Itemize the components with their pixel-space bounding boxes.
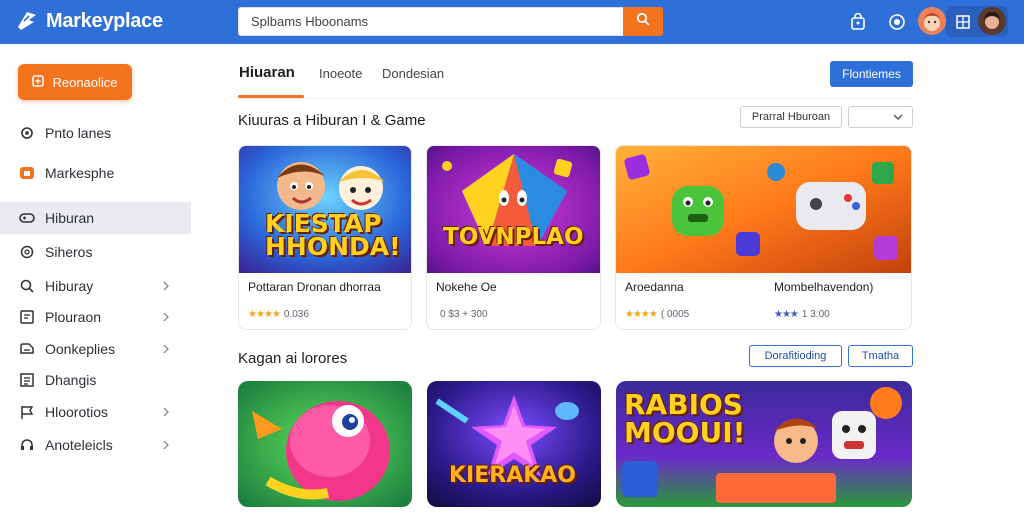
sidebar-item-oonkeplies[interactable]: Oonkeplies [0, 333, 191, 365]
sidebar-item-label: Pnto lanes [45, 125, 112, 141]
thumbnail-title: KIESTAP HHONDA! [265, 209, 401, 261]
avatar[interactable] [978, 7, 1006, 35]
game-card[interactable]: Aroedanna ★★★★ ( 0005 Mombelhavendon) ★★… [615, 145, 912, 330]
section-title: Kagan ai lorores [238, 350, 348, 367]
sidebar-item-anoteleicls[interactable]: Anoteleicls [0, 429, 191, 461]
app-name: Markeyplace [46, 9, 163, 32]
sidebar-item-dhangis[interactable]: Dhangis [0, 364, 191, 396]
calendar-icon [18, 371, 36, 389]
search-placeholder: Splbams Hboonams [251, 14, 369, 29]
tab-hiuaran[interactable]: Hiuaran [239, 64, 295, 81]
sidebar-item-pnto-lanes[interactable]: Pnto lanes [0, 117, 191, 149]
search-icon [18, 277, 36, 295]
section-secondary-label: Tmatha [861, 350, 900, 362]
sidebar-item-label: Hiburan [45, 210, 95, 226]
chevron-right-icon [163, 407, 169, 417]
filter-label: Prarral Hburoan [751, 111, 831, 123]
thumbnail-title: TOVNPLAO [443, 224, 584, 250]
card-meta: 0 $3 + 300 [436, 309, 488, 320]
chat-icon [18, 308, 36, 326]
game-card[interactable]: RABIOS MOOUI! [616, 381, 912, 507]
sidebar-item-plouraon[interactable]: Plouraon [0, 301, 191, 333]
gear-icon [18, 124, 36, 142]
section-filter-button[interactable]: Dorafitioding [749, 345, 842, 367]
plus-icon [32, 74, 45, 90]
card-meta-value: 0.036 [283, 309, 309, 320]
settings-icon [18, 243, 36, 261]
game-thumbnail [427, 381, 601, 507]
primary-action-label: Reonaolice [52, 74, 118, 90]
card-meta: ★★★★ 0.036 [248, 309, 309, 320]
game-thumbnail: TOVNPLAO [427, 146, 600, 273]
card-meta-value: 1 3:00 [801, 309, 830, 320]
sidebar-item-label: Markesphe [45, 165, 115, 181]
sidebar-item-hloorotios[interactable]: Hloorotios [0, 396, 191, 428]
chevron-right-icon [163, 440, 169, 450]
sidebar-item-label: Anoteleicls [45, 437, 113, 453]
sidebar-item-hiburay[interactable]: Hiburay [0, 270, 191, 302]
card-meta-value: ( 0005 [660, 309, 690, 320]
sidebar-item-label: Hloorotios [45, 404, 109, 420]
search-input[interactable]: Splbams Hboonams [238, 7, 624, 36]
search-icon [636, 12, 650, 31]
sort-dropdown[interactable] [848, 106, 913, 128]
game-thumbnail [616, 146, 911, 273]
tab-inoeote[interactable]: Inoeote [319, 66, 362, 81]
action-button[interactable]: Flontiemes [830, 61, 913, 87]
avatar[interactable] [918, 7, 946, 35]
section-title: Kiuuras a Hiburan I & Game [238, 112, 426, 129]
top-navigation-bar: Markeyplace Splbams Hboonams [0, 0, 1024, 44]
bag-icon[interactable] [846, 10, 870, 34]
card-meta: ★★★★ ( 0005 [625, 309, 689, 320]
sidebar-item-label: Oonkeplies [45, 341, 116, 357]
thumbnail-title: KIERAKAO [449, 463, 577, 488]
game-thumbnail: KIESTAP HHONDA! [239, 146, 411, 273]
sidebar-item-label: Plouraon [45, 309, 102, 325]
card-title: Aroedanna [625, 280, 684, 294]
sidebar-item-siheros[interactable]: Siheros [0, 236, 191, 268]
card-title-secondary: Mombelhavendon) [774, 280, 874, 294]
chevron-right-icon [163, 281, 169, 291]
thumbnail-title: RABIOS MOOUI! [624, 388, 746, 449]
chevron-right-icon [163, 344, 169, 354]
store-icon [18, 164, 36, 182]
filter-button[interactable]: Prarral Hburoan [740, 106, 842, 128]
tabs-divider [238, 98, 912, 99]
flag-icon [18, 403, 36, 421]
controller-icon [18, 209, 36, 227]
logo-icon [14, 8, 40, 34]
star-rating: ★★★★ [248, 309, 281, 320]
game-card[interactable] [238, 381, 412, 507]
game-card[interactable]: TOVNPLAO Nokehe Oe 0 $3 + 300 [426, 145, 601, 330]
card-meta-value: 0 $3 + 300 [440, 309, 488, 320]
game-thumbnail [238, 381, 412, 507]
sidebar-item-markesphe[interactable]: Markesphe [0, 157, 191, 189]
card-title: Pottaran Dronan dhorraa [248, 280, 381, 294]
search-button[interactable] [623, 7, 663, 36]
chevron-right-icon [163, 312, 169, 322]
primary-action-button[interactable]: Reonaolice [18, 64, 132, 100]
star-rating: ★★★★ [625, 309, 658, 320]
section-secondary-button[interactable]: Tmatha [848, 345, 913, 367]
card-title: Nokehe Oe [436, 280, 497, 294]
card-meta-secondary: ★★★ 1 3:00 [774, 309, 830, 320]
gamepad-icon [18, 340, 36, 358]
section-filter-label: Dorafitioding [764, 350, 827, 362]
tab-dondesian[interactable]: Dondesian [382, 66, 444, 81]
sidebar-item-label: Dhangis [45, 372, 97, 388]
sidebar-item-label: Hiburay [45, 278, 94, 294]
sidebar-item-label: Siheros [45, 244, 93, 260]
grid-icon[interactable] [951, 10, 975, 34]
sidebar-item-hiburan[interactable]: Hiburan [0, 202, 191, 234]
app-logo[interactable]: Markeyplace [14, 8, 163, 34]
eye-icon[interactable] [885, 10, 909, 34]
star-rating: ★★★ [774, 309, 799, 320]
game-card[interactable]: KIERAKAO [427, 381, 601, 507]
game-card[interactable]: KIESTAP HHONDA! Pottaran Dronan dhorraa … [238, 145, 412, 330]
headset-icon [18, 436, 36, 454]
chevron-down-icon [893, 114, 903, 120]
